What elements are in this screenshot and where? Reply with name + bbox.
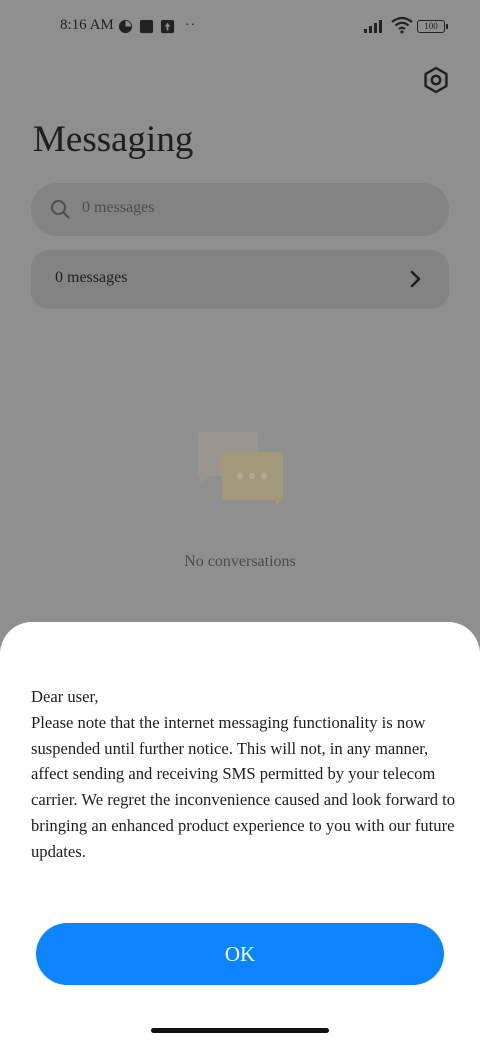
notice-dialog: Dear user, Please note that the internet… bbox=[0, 622, 480, 1040]
status-time: 8:16 AM bbox=[60, 17, 114, 33]
messages-row[interactable]: 0 messages bbox=[31, 250, 449, 309]
page-title: Messaging bbox=[33, 119, 194, 160]
notification-icons: ·· bbox=[118, 18, 196, 34]
notification-square-icon bbox=[139, 19, 154, 33]
ok-button[interactable]: OK bbox=[36, 923, 444, 985]
dialog-greeting: Dear user, bbox=[31, 687, 99, 706]
search-placeholder: 0 messages bbox=[82, 199, 155, 216]
battery-icon: 100 bbox=[417, 20, 448, 33]
home-indicator[interactable] bbox=[151, 1028, 329, 1033]
chevron-right-icon bbox=[410, 270, 421, 288]
wifi-icon bbox=[391, 16, 413, 34]
empty-state-text: No conversations bbox=[184, 553, 296, 570]
chat-bubbles-icon bbox=[198, 432, 283, 506]
search-input[interactable]: 0 messages bbox=[31, 183, 449, 236]
notification-upload-icon bbox=[160, 19, 175, 33]
dialog-body: Please note that the internet messaging … bbox=[31, 712, 456, 861]
gear-icon[interactable] bbox=[422, 66, 450, 94]
status-bar: 8:16 AM ·· 100 bbox=[0, 0, 480, 56]
signal-icon bbox=[364, 20, 382, 33]
more-dots-icon: ·· bbox=[185, 18, 197, 33]
search-icon bbox=[51, 200, 70, 219]
notification-app-icon bbox=[118, 19, 133, 33]
dialog-message: Dear user, Please note that the internet… bbox=[31, 684, 461, 865]
messages-row-label: 0 messages bbox=[55, 269, 128, 286]
